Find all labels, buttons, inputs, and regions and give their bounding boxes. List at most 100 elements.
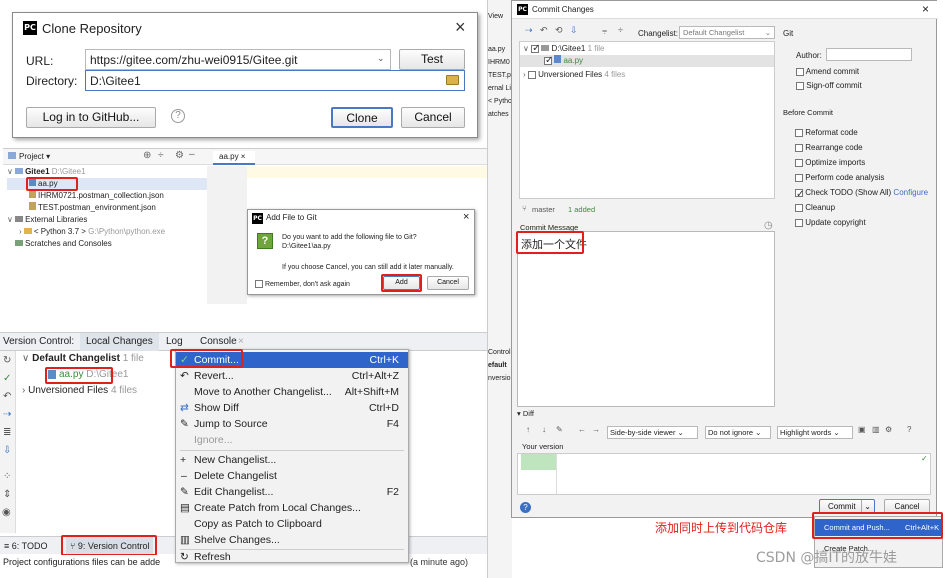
- add-button[interactable]: Add: [383, 276, 420, 290]
- download-icon[interactable]: ⇩: [570, 25, 578, 36]
- chevron-down-icon[interactable]: ⌄: [861, 500, 871, 513]
- amend-checkbox[interactable]: Amend commit: [796, 67, 859, 76]
- changes-root-row[interactable]: ∨ D:\Gitee1 1 file: [523, 43, 604, 55]
- commit-push-item[interactable]: Commit and Push... Ctrl+Alt+K: [815, 519, 943, 536]
- refresh-icon[interactable]: ↻: [3, 355, 11, 366]
- signoff-checkbox[interactable]: Sign-off commit: [796, 81, 862, 90]
- lock-icon[interactable]: ▣: [858, 425, 866, 434]
- author-input[interactable]: [826, 48, 912, 61]
- tree-root[interactable]: ∨ Gitee1 D:\Gitee1: [7, 166, 207, 178]
- add-cancel-button[interactable]: Cancel: [427, 276, 469, 290]
- close-icon[interactable]: ×: [455, 17, 466, 38]
- changes-unversioned-row[interactable]: › Unversioned Files 4 files: [523, 69, 625, 81]
- highlight-select[interactable]: Highlight words ⌄: [777, 426, 853, 439]
- close-icon[interactable]: ×: [922, 2, 929, 16]
- checkbox-icon[interactable]: [544, 55, 553, 67]
- tree-file-ihrm[interactable]: IHRM0721.postman_collection.json: [7, 190, 207, 202]
- chevron-down-icon[interactable]: ⌄: [377, 53, 385, 64]
- download-icon[interactable]: ⇩: [3, 445, 11, 456]
- help-icon[interactable]: ?: [520, 502, 531, 513]
- down-arrow-icon[interactable]: ↓: [542, 425, 546, 434]
- tab-version-control-bottom[interactable]: ⑂ 9: Version Control: [66, 537, 154, 555]
- project-header[interactable]: Project ▾: [8, 152, 50, 161]
- check-rearrange[interactable]: Rearrange code: [795, 140, 935, 155]
- check-icon[interactable]: ✓: [3, 373, 11, 384]
- unversioned-row[interactable]: › Unversioned Files 4 files: [22, 385, 137, 396]
- check-analysis[interactable]: Perform code analysis: [795, 170, 935, 185]
- help-icon[interactable]: ?: [171, 109, 185, 123]
- check-cleanup[interactable]: Cleanup: [795, 200, 935, 215]
- menu-commit[interactable]: ✓ Commit... Ctrl+K: [176, 352, 408, 368]
- ignore-select[interactable]: Do not ignore ⌄: [705, 426, 771, 439]
- menu-delete-changelist[interactable]: – Delete Changelist: [176, 468, 408, 484]
- menu-move[interactable]: Move to Another Changelist... Alt+Shift+M: [176, 384, 408, 400]
- folder-icon[interactable]: [446, 75, 459, 85]
- gear-icon[interactable]: ⚙: [885, 425, 892, 434]
- close-icon[interactable]: ×: [463, 211, 469, 223]
- tree-scratches[interactable]: Scratches and Consoles: [7, 238, 207, 250]
- menu-revert[interactable]: ↶ Revert... Ctrl+Alt+Z: [176, 368, 408, 384]
- checkbox-icon[interactable]: [527, 70, 536, 79]
- help-icon[interactable]: ?: [907, 425, 911, 434]
- menu-ignore[interactable]: Ignore...: [176, 432, 408, 448]
- menu-jump[interactable]: ✎ Jump to Source F4: [176, 416, 408, 432]
- chevron-down-icon[interactable]: ▾: [517, 409, 521, 418]
- changelist-select[interactable]: Default Changelist ⌄: [679, 26, 775, 39]
- group-icon[interactable]: ⁘: [3, 471, 11, 482]
- tree-python[interactable]: › < Python 3.7 > G:\Python\python.exe: [7, 226, 207, 238]
- commit-cancel-button[interactable]: Cancel: [884, 499, 930, 514]
- check-copyright[interactable]: Update copyright: [795, 215, 935, 230]
- remember-checkbox[interactable]: Remember, don't ask again: [255, 280, 350, 288]
- sort-icon[interactable]: ⩦: [602, 25, 607, 36]
- commit-message-input[interactable]: 添加一个文件: [517, 231, 775, 407]
- cancel-button[interactable]: Cancel: [401, 107, 465, 128]
- tree-file-test[interactable]: TEST.postman_environment.json: [7, 202, 207, 214]
- changes-file-row[interactable]: aa.py: [520, 55, 774, 67]
- menu-shelve[interactable]: ▥ Shelve Changes...: [176, 532, 408, 548]
- gear-icon[interactable]: ⚙: [175, 150, 184, 161]
- checkbox-icon[interactable]: [531, 43, 540, 55]
- edit-icon[interactable]: ✎: [556, 425, 563, 434]
- changed-file-row[interactable]: aa.py D:\Gitee1: [48, 369, 129, 380]
- github-login-button[interactable]: Log in to GitHub...: [26, 107, 156, 128]
- check-optimize[interactable]: Optimize imports: [795, 155, 935, 170]
- tab-local-changes[interactable]: Local Changes: [80, 333, 159, 351]
- menu-new-changelist[interactable]: + New Changelist...: [176, 452, 408, 468]
- move-icon[interactable]: ⇢: [525, 25, 533, 36]
- tree-ext-libs[interactable]: ∨ External Libraries: [7, 214, 207, 226]
- menu-copy-patch[interactable]: Copy as Patch to Clipboard: [176, 516, 408, 532]
- tree-file-aa[interactable]: aa.py: [7, 178, 207, 190]
- configure-link[interactable]: Configure: [893, 188, 928, 197]
- url-field[interactable]: https://gitee.com/zhu-wei0915/Gitee.git …: [85, 49, 391, 70]
- collapse-icon[interactable]: ÷: [158, 150, 164, 161]
- list-icon[interactable]: ≣: [3, 427, 11, 438]
- eye-icon[interactable]: ◉: [2, 507, 11, 518]
- menu-edit-changelist[interactable]: ✎ Edit Changelist... F2: [176, 484, 408, 500]
- tab-todo[interactable]: ≡ 6: TODO: [4, 537, 47, 555]
- revert-icon[interactable]: ↶: [3, 391, 11, 402]
- back-arrow-icon[interactable]: ←: [578, 425, 586, 434]
- test-button[interactable]: Test: [399, 49, 465, 70]
- clone-button[interactable]: Clone: [331, 107, 393, 128]
- changelist-row[interactable]: ∨ Default Changelist 1 file: [22, 353, 144, 364]
- columns-icon[interactable]: ▥: [872, 425, 880, 434]
- history-icon[interactable]: ◷: [764, 220, 773, 231]
- collapse-icon[interactable]: ÷: [618, 25, 623, 35]
- revert-icon[interactable]: ↶: [540, 25, 548, 36]
- menu-refresh[interactable]: ↻ Refresh: [176, 549, 408, 565]
- expand-icon[interactable]: ⇕: [3, 489, 11, 500]
- commit-button[interactable]: Commit ⌄: [819, 499, 875, 514]
- up-arrow-icon[interactable]: ↑: [526, 425, 530, 434]
- check-todo[interactable]: Check TODO (Show All) Configure: [795, 185, 935, 202]
- menu-create-patch[interactable]: ▤ Create Patch from Local Changes...: [176, 500, 408, 516]
- check-reformat[interactable]: Reformat code: [795, 125, 935, 140]
- move-icon[interactable]: ⇢: [3, 409, 11, 420]
- target-icon[interactable]: ⊕: [143, 150, 151, 161]
- menu-show-diff[interactable]: ⇄ Show Diff Ctrl+D: [176, 400, 408, 416]
- viewer-select[interactable]: Side-by-side viewer ⌄: [607, 426, 698, 439]
- directory-field[interactable]: D:\Gitee1: [85, 70, 465, 91]
- hide-icon[interactable]: –: [189, 149, 195, 160]
- editor-tab[interactable]: aa.py ×: [213, 151, 255, 165]
- forward-arrow-icon[interactable]: →: [592, 425, 600, 434]
- vcs-icon[interactable]: ⟲: [555, 25, 563, 36]
